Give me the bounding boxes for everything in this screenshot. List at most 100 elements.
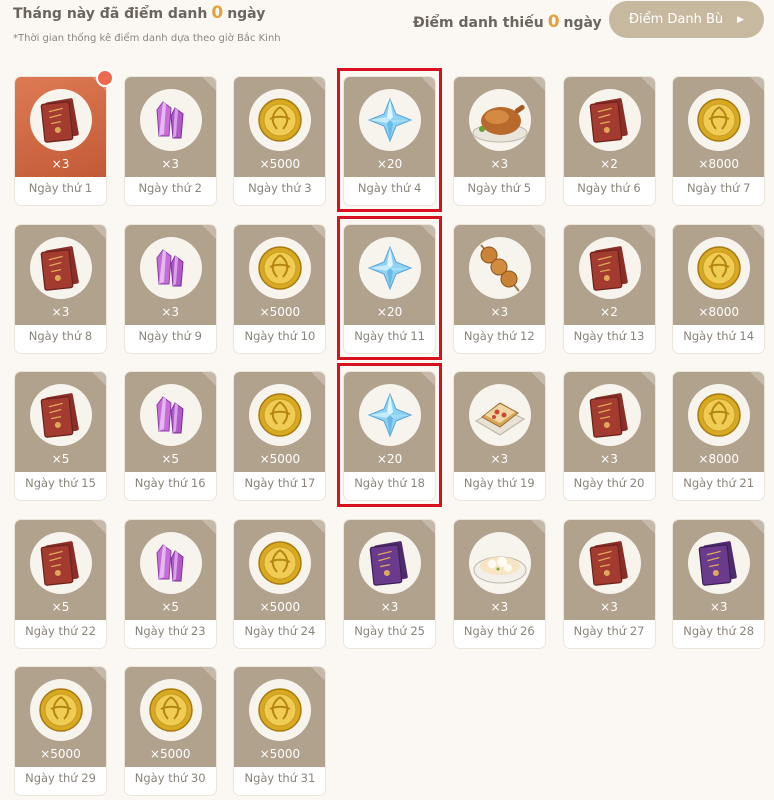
reward-card-day-18[interactable]: ×20 Ngày thứ 18: [344, 372, 436, 500]
reward-card-day-26[interactable]: ×3 Ngày thứ 26: [453, 519, 545, 648]
toast-dish-icon: [468, 384, 531, 446]
reward-card-top: ×8000: [673, 372, 765, 472]
reward-card-top: ×5: [15, 519, 106, 620]
mora-coin-icon: [30, 679, 92, 741]
reward-day-label: Ngày thứ 26: [463, 623, 535, 638]
reward-card-day-4[interactable]: ×20 Ngày thứ 4: [344, 77, 436, 205]
reward-card-top: ×5000: [124, 667, 216, 767]
reward-card-day-6[interactable]: ×2 Ngày thứ 6: [563, 77, 655, 205]
reward-card-day-24[interactable]: ×5000 Ngày thứ 24: [234, 519, 326, 648]
reward-card-day-17[interactable]: ×5000 Ngày thứ 17: [234, 372, 326, 500]
reward-card-day-3[interactable]: ×5000 Ngày thứ 3: [234, 77, 326, 205]
reward-quantity: ×3: [490, 157, 509, 171]
reward-card-day-2[interactable]: ×3 Ngày thứ 2: [124, 77, 216, 205]
reward-card-top: ×20: [344, 77, 436, 177]
reward-card-day-23[interactable]: ×5 Ngày thứ 23: [124, 519, 216, 648]
reward-card-day-12[interactable]: ×3 Ngày thứ 12: [453, 224, 545, 353]
reward-day-label: Ngày thứ 25: [354, 623, 425, 638]
reward-quantity: ×3: [161, 157, 180, 171]
reward-card-day-14[interactable]: ×8000 Ngày thứ 14: [673, 224, 765, 353]
makeup-checkin-button[interactable]: Điểm Danh Bù ▶: [609, 1, 764, 38]
purple-book-icon: [688, 531, 751, 594]
reward-card-day-13[interactable]: ×2 Ngày thứ 13: [563, 224, 655, 353]
mora-coin-icon: [688, 236, 751, 299]
mora-coin-icon: [249, 384, 312, 446]
reward-day-label: Ngày thứ 1: [28, 181, 93, 195]
mora-coin-icon: [249, 531, 312, 594]
mora-coin-icon: [249, 679, 312, 741]
reward-card-day-19[interactable]: ×3 Ngày thứ 19: [453, 372, 545, 500]
reward-day-label: Ngày thứ 13: [573, 328, 645, 343]
reward-card-day-1[interactable]: ×3 Ngày thứ 1: [15, 69, 114, 205]
reward-card-top: ×5: [124, 519, 216, 620]
reward-quantity: ×8000: [698, 452, 739, 466]
reward-quantity: ×3: [709, 599, 728, 614]
reward-card-day-28[interactable]: ×3 Ngày thứ 28: [673, 519, 765, 648]
reward-card-day-30[interactable]: ×5000 Ngày thứ 30: [124, 667, 216, 795]
reward-card-day-25[interactable]: ×3 Ngày thứ 25: [344, 519, 436, 648]
reward-quantity: ×5000: [259, 747, 301, 761]
reward-day-label: Ngày thứ 6: [577, 181, 641, 195]
missed-days-unit: ngày: [563, 15, 602, 31]
reward-card-top: ×5000: [234, 519, 326, 620]
reward-day-label: Ngày thứ 5: [467, 181, 532, 195]
reward-quantity: ×3: [600, 599, 618, 614]
reward-card-top: ×3: [453, 519, 545, 620]
reward-day-label: Ngày thứ 10: [244, 328, 316, 343]
reward-quantity: ×2: [600, 304, 618, 319]
reward-quantity: ×3: [490, 452, 509, 466]
reward-card-day-16[interactable]: ×5 Ngày thứ 16: [124, 372, 216, 500]
checkin-header: Tháng này đã điểm danh 0 ngày *Thời gian t…: [0, 0, 774, 60]
reward-card-top: ×3: [124, 77, 216, 177]
reward-card-day-10[interactable]: ×5000 Ngày thứ 10: [234, 224, 326, 353]
reward-card-day-11[interactable]: ×20 Ngày thứ 11: [344, 224, 436, 353]
reward-quantity: ×5000: [259, 304, 301, 319]
stew-dish-icon: [468, 531, 531, 594]
reward-card-top: ×5000: [234, 667, 326, 767]
reward-card-day-21[interactable]: ×8000 Ngày thứ 21: [673, 372, 765, 500]
reward-card-top: ×20: [344, 224, 436, 325]
mora-coin-icon: [688, 384, 751, 446]
reward-card-top: ×5000: [15, 667, 106, 767]
enhancement-ore-icon: [139, 89, 202, 151]
reward-day-label: Ngày thứ 24: [244, 623, 316, 638]
play-arrow-icon: ▶: [737, 14, 745, 25]
reward-card-day-20[interactable]: ×3 Ngày thứ 20: [563, 372, 655, 500]
reward-card-day-7[interactable]: ×8000 Ngày thứ 7: [673, 77, 765, 205]
reward-quantity: ×3: [51, 304, 70, 319]
reward-card-day-8[interactable]: ×3 Ngày thứ 8: [15, 224, 106, 353]
hero-wit-book-icon: [578, 89, 641, 151]
reward-quantity: ×2: [600, 157, 618, 171]
reward-quantity: ×5: [51, 599, 70, 614]
reward-quantity: ×3: [51, 157, 70, 171]
reward-card-top: ×8000: [673, 77, 765, 177]
reward-day-label: Ngày thứ 14: [683, 328, 755, 343]
mora-coin-icon: [688, 89, 751, 151]
reward-day-label: Ngày thứ 18: [354, 476, 425, 490]
reward-card-top: ×3: [453, 224, 545, 325]
reward-quantity: ×3: [161, 304, 180, 319]
reward-card-day-5[interactable]: ×3 Ngày thứ 5: [453, 77, 545, 205]
reward-card-day-22[interactable]: ×5 Ngày thứ 22: [15, 519, 106, 648]
roast-chicken-icon: [468, 89, 531, 151]
reward-day-label: Ngày thứ 15: [25, 476, 96, 490]
reward-quantity: ×5: [161, 452, 180, 466]
reward-card-day-31[interactable]: ×5000 Ngày thứ 31: [234, 667, 326, 795]
reward-quantity: ×5000: [259, 452, 301, 466]
hero-wit-book-icon: [30, 89, 92, 151]
meat-skewer-icon: [468, 236, 531, 299]
checked-days-count: 0: [211, 3, 224, 23]
reward-quantity: ×3: [380, 599, 399, 614]
reward-card-day-9[interactable]: ×3 Ngày thứ 9: [124, 224, 216, 353]
reward-card-top: ×3: [344, 519, 436, 620]
reward-day-label: Ngày thứ 17: [244, 476, 316, 490]
reward-card-day-27[interactable]: ×3 Ngày thứ 27: [563, 519, 655, 648]
reward-card-day-29[interactable]: ×5000 Ngày thứ 29: [15, 667, 106, 795]
reward-card-top: ×3: [15, 224, 106, 325]
reward-card-top: ×3: [15, 77, 106, 177]
hero-wit-book-icon: [30, 384, 92, 446]
reward-card-day-15[interactable]: ×5 Ngày thứ 15: [15, 372, 106, 500]
reward-card-top: ×8000: [673, 224, 765, 325]
reward-day-label: Ngày thứ 16: [134, 476, 206, 490]
missed-days-count: 0: [547, 12, 560, 32]
